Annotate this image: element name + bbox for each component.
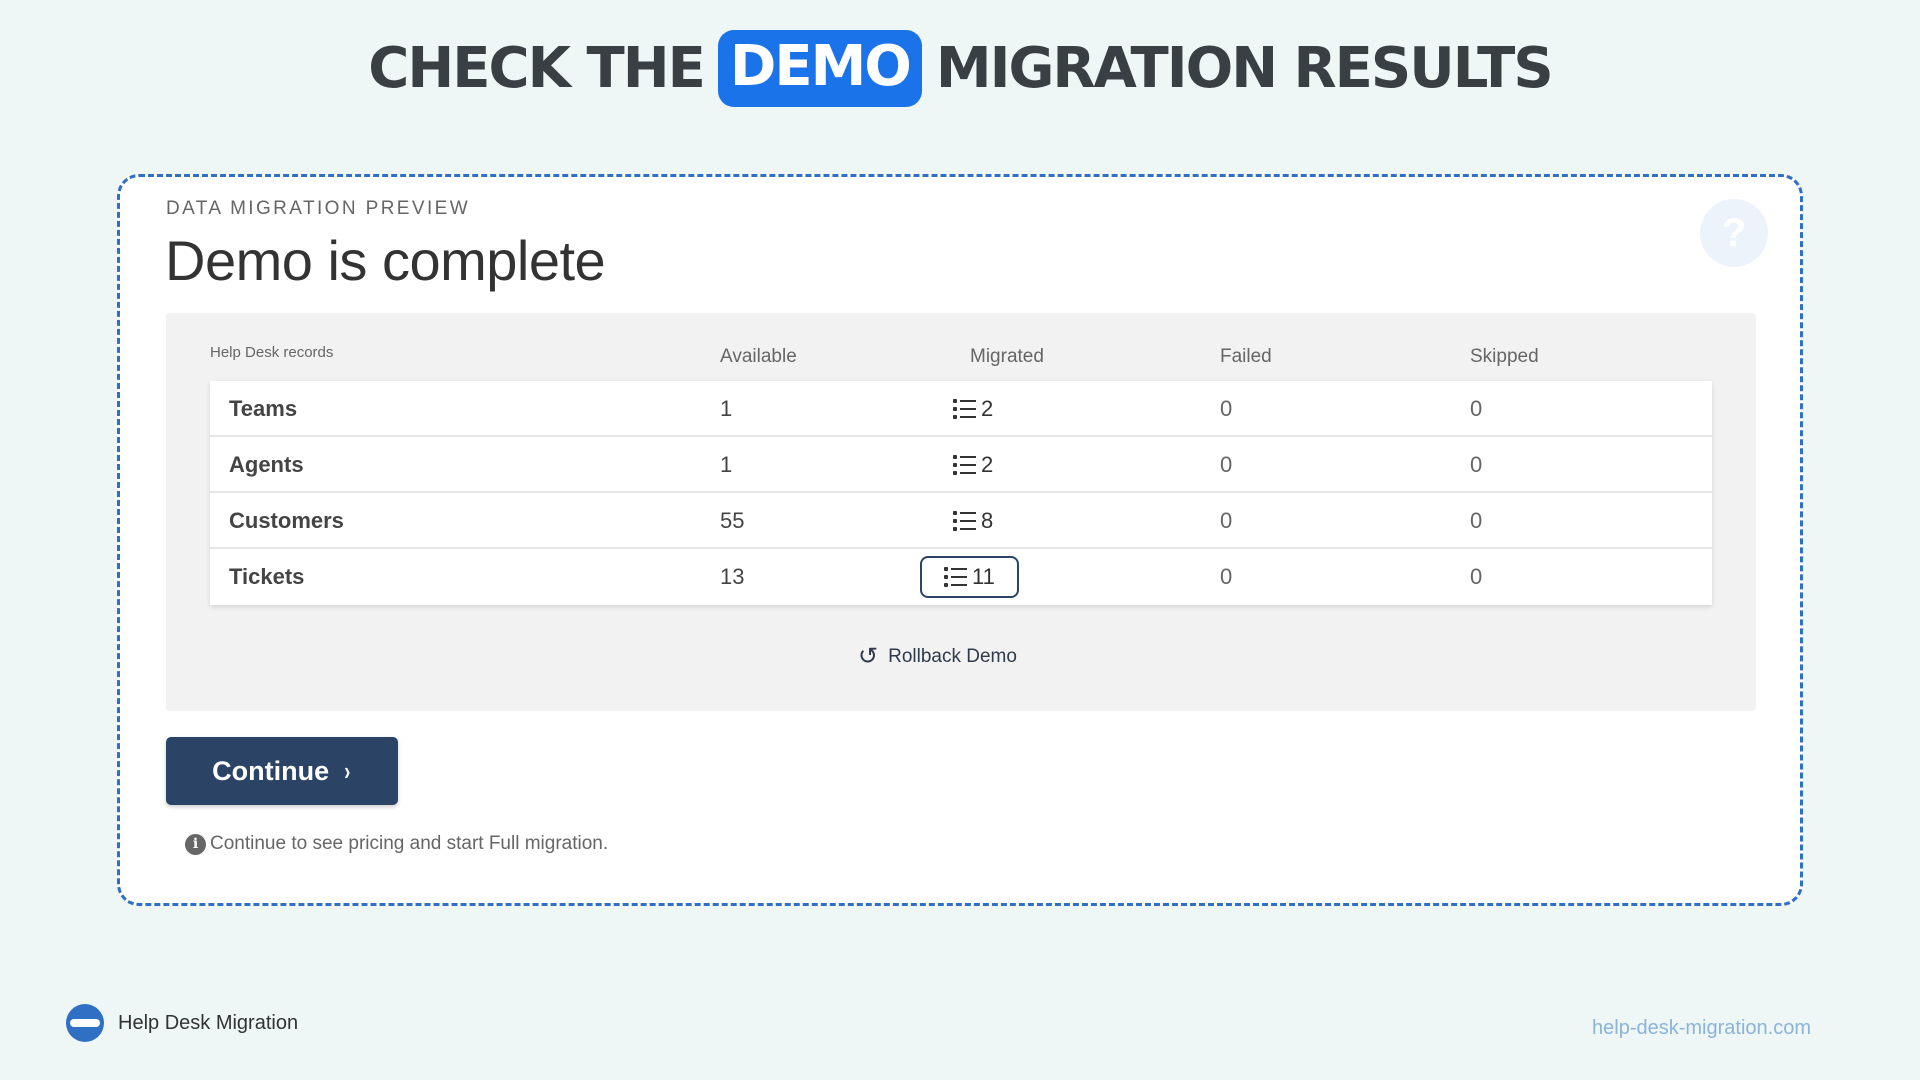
rollback-demo-button[interactable]: ↺ Rollback Demo [858, 645, 1017, 669]
card-title: Demo is complete [165, 229, 606, 292]
migrated-count: 2 [981, 396, 994, 421]
failed-count: 0 [1220, 508, 1233, 533]
header-migrated: Migrated [970, 346, 1044, 367]
continue-label: Continue [212, 755, 330, 786]
skipped-count: 0 [1470, 396, 1483, 421]
failed-count: 0 [1220, 452, 1233, 477]
list-icon [953, 511, 977, 531]
headline-before: CHECK THE [368, 36, 706, 101]
site-url[interactable]: help-desk-migration.com [1592, 1017, 1811, 1040]
table-row: Tickets 13 11 0 0 [210, 549, 1712, 605]
headline-highlight: DEMO [717, 30, 922, 107]
header-failed: Failed [1220, 346, 1272, 367]
chevron-right-icon: › [344, 755, 351, 786]
brand-name: Help Desk Migration [118, 1011, 299, 1034]
card-eyebrow: DATA MIGRATION PREVIEW [166, 198, 471, 219]
migrated-list-button[interactable]: 8 [940, 502, 1007, 540]
question-icon[interactable]: ? [1700, 199, 1768, 267]
table-row: Agents 1 2 0 0 [210, 437, 1712, 493]
record-name: Teams [229, 396, 298, 421]
question-glyph: ? [1721, 210, 1747, 255]
migrated-count: 11 [972, 564, 995, 589]
table-row: Customers 55 8 0 0 [210, 493, 1712, 549]
record-name: Tickets [229, 564, 305, 589]
failed-count: 0 [1220, 564, 1233, 589]
header-available: Available [720, 346, 797, 367]
continue-button[interactable]: Continue › [166, 737, 398, 805]
undo-icon: ↺ [858, 643, 879, 670]
table-row: Teams 1 2 0 0 [210, 381, 1712, 437]
skipped-count: 0 [1470, 564, 1483, 589]
pricing-note: i Continue to see pricing and start Full… [185, 833, 608, 855]
results-table: Teams 1 2 0 0 Agents 1 2 0 0 Customers 5… [210, 381, 1712, 605]
list-icon [953, 399, 977, 419]
migrated-count: 8 [981, 508, 994, 533]
headline-after: MIGRATION RESULTS [935, 36, 1554, 101]
header-records: Help Desk records [210, 344, 334, 361]
migrated-count: 2 [981, 452, 994, 477]
rollback-label: Rollback Demo [888, 646, 1017, 667]
page-headline: CHECK THE DEMO MIGRATION RESULTS [0, 30, 1920, 107]
brand-logo-icon [66, 1004, 104, 1042]
failed-count: 0 [1220, 396, 1233, 421]
available-count: 1 [720, 452, 733, 477]
migrated-list-button[interactable]: 2 [940, 390, 1007, 428]
skipped-count: 0 [1470, 452, 1483, 477]
record-name: Agents [229, 452, 304, 477]
migrated-list-button-focused[interactable]: 11 [920, 556, 1019, 598]
header-skipped: Skipped [1470, 346, 1539, 367]
page: CHECK THE DEMO MIGRATION RESULTS DATA MI… [0, 0, 1920, 1080]
note-text: Continue to see pricing and start Full m… [210, 833, 609, 854]
brand[interactable]: Help Desk Migration [66, 1004, 298, 1042]
available-count: 13 [720, 564, 745, 589]
record-name: Customers [229, 508, 344, 533]
info-icon: i [185, 833, 206, 855]
list-icon [944, 567, 968, 587]
migrated-list-button[interactable]: 2 [940, 446, 1007, 484]
skipped-count: 0 [1470, 508, 1483, 533]
table-header: Help Desk records Available Migrated Fai… [210, 340, 1712, 376]
available-count: 55 [720, 508, 745, 533]
available-count: 1 [720, 396, 733, 421]
list-icon [953, 455, 977, 475]
